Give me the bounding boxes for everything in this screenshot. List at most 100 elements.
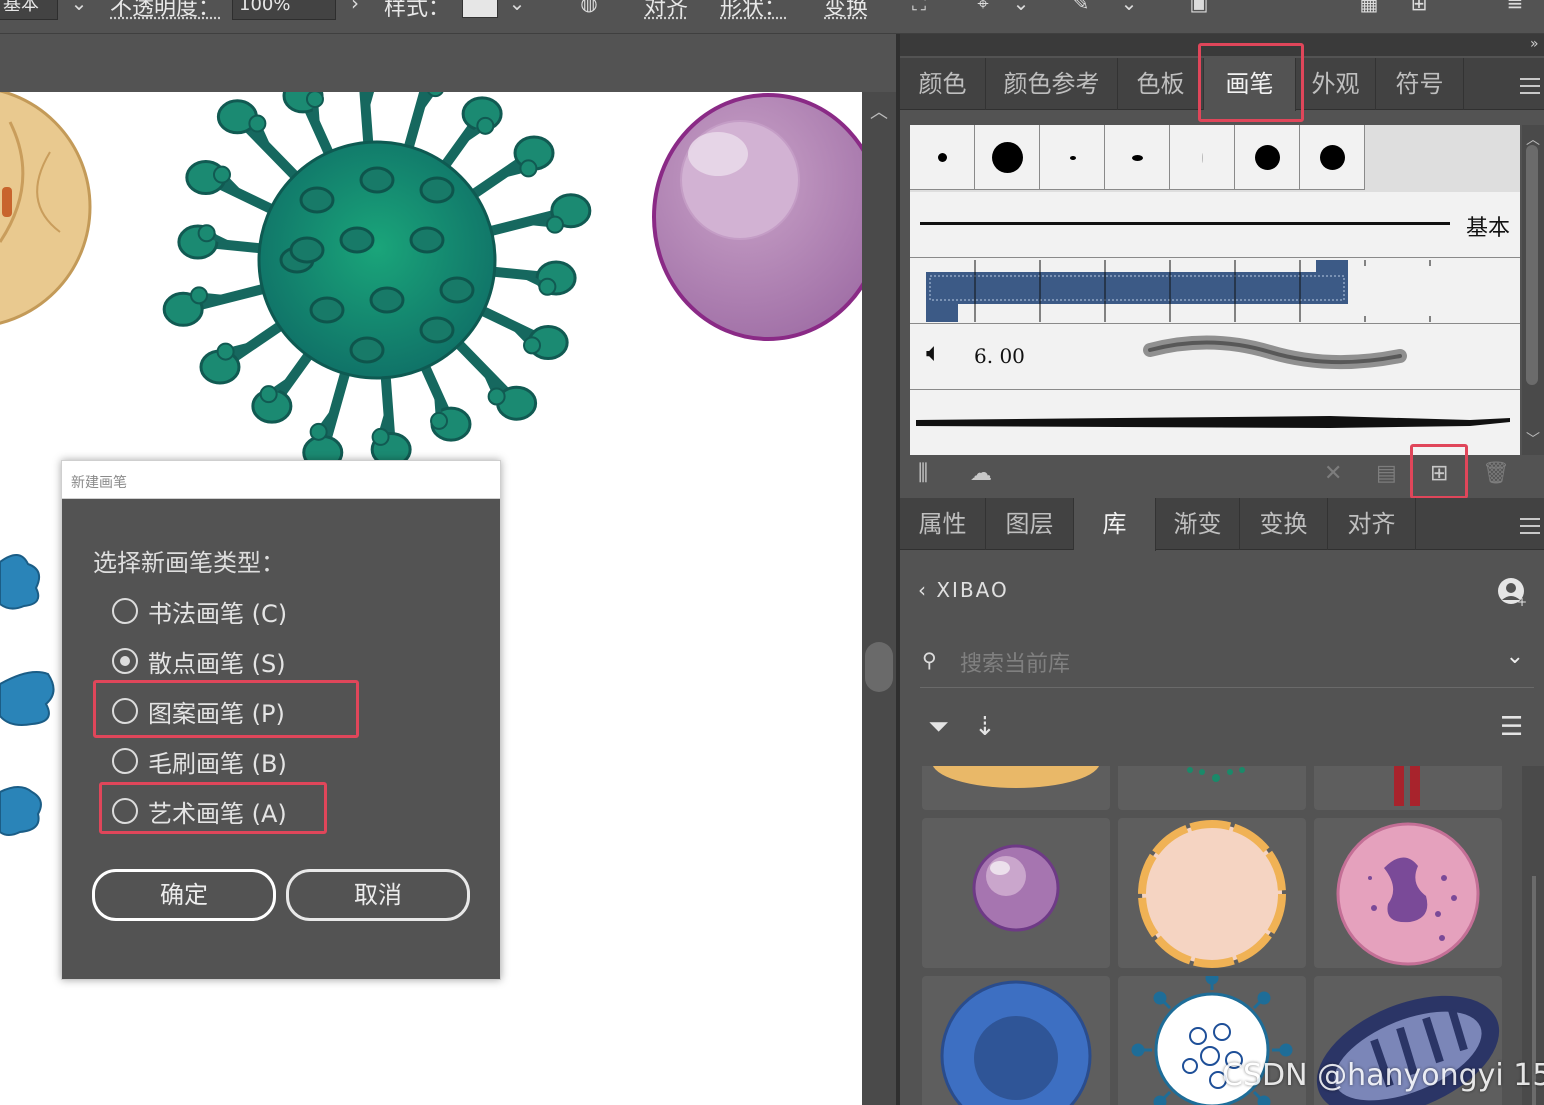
isolate-icon[interactable]: ⛶ [902,0,936,18]
chevron-down-icon[interactable]: ⌄ [1506,644,1524,669]
align-label[interactable]: 对齐 [644,0,688,22]
bristle-brush-preview [1143,335,1407,370]
panel-menu-icon[interactable] [1520,518,1540,534]
svg-text:+: + [1517,595,1527,608]
tab-color-guide[interactable]: 颜色参考 [986,58,1118,110]
radio-circle-checked[interactable] [112,648,138,674]
asset-thumbnail [1138,820,1286,968]
brush-swatch-dot[interactable] [975,125,1040,190]
search-placeholder[interactable]: 搜索当前库 [960,646,1070,678]
chevron-down-icon[interactable]: ⌄ [500,0,534,18]
shape-label[interactable]: 形状： [720,0,786,22]
chevron-right-icon[interactable]: › [338,0,372,18]
radio-bristle-brush[interactable]: 毛刷画笔 (B) [112,741,287,781]
brush-library-scrollbar[interactable]: ︿ ﹀ [1522,125,1544,455]
tab-layers[interactable]: 图层 [986,498,1074,550]
asset-tile[interactable] [922,818,1110,968]
bottom-panel-tabs: 属性 图层 库 渐变 变换 对齐 [900,498,1544,551]
tab-properties[interactable]: 属性 [900,498,986,550]
panel-divider[interactable] [896,34,900,1105]
radio-circle[interactable] [112,598,138,624]
asset-tile[interactable] [1314,766,1502,810]
scrollbar-thumb[interactable] [865,642,893,692]
trash-icon[interactable]: 🗑︎ [1482,461,1510,486]
cloud-library-icon[interactable]: ☁ [970,461,992,486]
chevron-up-icon[interactable]: ︿ [870,98,888,124]
brush-options-icon[interactable]: ▤ [1376,461,1397,486]
library-name: XIBAO [936,578,1009,602]
canvas-vertical-scrollbar[interactable]: ︿ [862,92,896,1105]
brush-swatch-dot[interactable] [1105,125,1170,190]
asset-tile[interactable] [1118,818,1306,968]
add-user-icon[interactable]: + [1496,576,1528,608]
workspace-select[interactable]: 基本 [0,0,58,20]
transform-label[interactable]: 变换 [824,0,868,22]
chevron-down-icon[interactable]: ⌄ [1004,0,1038,18]
brush-swatch-dot[interactable] [1235,125,1300,190]
distribute-icon[interactable]: ⊞ [1402,0,1436,18]
brush-swatch-dot[interactable] [1040,125,1105,190]
brush-swatch-dot[interactable] [1300,125,1365,190]
chevron-down-icon[interactable]: ⌄ [1112,0,1146,18]
dialog-prompt: 选择新画笔类型： [93,549,285,577]
library-header[interactable]: ‹ XIBAO [918,578,1009,602]
collapse-panels-icon[interactable]: » [1530,36,1539,52]
tan-cell-shape [0,92,92,325]
library-assets-grid [914,766,1518,1105]
list-view-icon[interactable]: ☰ [1500,712,1523,742]
tab-swatches[interactable]: 色板 [1118,58,1204,110]
tab-align[interactable]: 对齐 [1328,498,1416,550]
filter-icon[interactable]: ⏷ [928,712,949,743]
brush-swatch-dot[interactable] [1170,125,1235,190]
artboard-icon[interactable]: ▣ [1182,0,1216,18]
brush-row-pattern[interactable] [910,258,1520,324]
sort-icon[interactable]: ⇣ [974,712,996,742]
asset-tile[interactable] [922,766,1110,810]
brush-basic-label: 基本 [1465,216,1510,241]
library-search[interactable]: ⚲ 搜索当前库 ⌄ [920,640,1534,688]
watermark-text: CSDN @hanyongyi 1531 [1222,1058,1544,1093]
remove-stroke-icon[interactable]: ✕ [1324,461,1342,486]
panel-menu-icon[interactable] [1520,78,1540,94]
brush-row-bristle[interactable]: 🔈︎ 6. 00 [910,324,1520,390]
brush-row-basic[interactable]: 基本 [910,192,1520,258]
arrange-icon[interactable]: ▦ [1352,0,1386,18]
brush-swatch-dot[interactable] [910,125,975,190]
asset-tile[interactable] [922,976,1110,1105]
control-bar: 基本 ⌄ 不透明度： 100% › 样式： ⌄ ◍ 对齐 形状： 变换 ⛶ ⌖ … [0,0,1544,34]
asset-thumbnail [972,844,1060,932]
recolor-icon[interactable]: ◍ [572,0,606,18]
ok-button[interactable]: 确定 [92,869,276,921]
scrollbar-thumb[interactable] [1526,145,1538,385]
chevron-down-icon[interactable]: ⌄ [62,0,96,18]
opacity-input[interactable]: 100% [232,0,336,20]
radio-circle[interactable] [112,748,138,774]
opacity-label[interactable]: 不透明度： [110,0,220,22]
radio-scatter-brush[interactable]: 散点画笔 (S) [112,641,286,681]
tab-libraries[interactable]: 库 [1074,498,1156,551]
tab-transform[interactable]: 变换 [1240,498,1328,550]
assets-scrollbar[interactable] [1522,766,1544,1105]
pen-icon[interactable]: ✎ [1064,0,1098,18]
radio-label: 书法画笔 (C) [148,599,288,628]
pattern-brush-preview [926,260,1431,322]
library-toolbar: ⏷ ⇣ ☰ [920,708,1534,752]
cancel-button[interactable]: 取消 [286,869,470,921]
tab-gradient[interactable]: 渐变 [1156,498,1240,550]
menu-icon[interactable]: ≡ [1498,0,1532,18]
tab-symbols[interactable]: 符号 [1376,58,1464,110]
brush-dots-row [910,125,1365,190]
radio-label: 毛刷画笔 (B) [148,749,287,778]
tab-color[interactable]: 颜色 [900,58,986,110]
brush-libraries-icon[interactable]: ⫼ [918,461,928,486]
select-similar-icon[interactable]: ⌖ [966,0,1000,18]
asset-tile[interactable] [1118,766,1306,810]
tab-appearance[interactable]: 外观 [1296,58,1376,110]
style-label: 样式： [384,0,451,21]
radio-calligraphic-brush[interactable]: 书法画笔 (C) [112,591,287,631]
chevron-down-icon[interactable]: ﹀ [1526,429,1540,449]
asset-thumbnail [940,980,1092,1105]
style-swatch[interactable] [462,0,498,18]
asset-tile[interactable] [1314,818,1502,968]
chevron-left-icon[interactable]: ‹ [918,578,936,602]
